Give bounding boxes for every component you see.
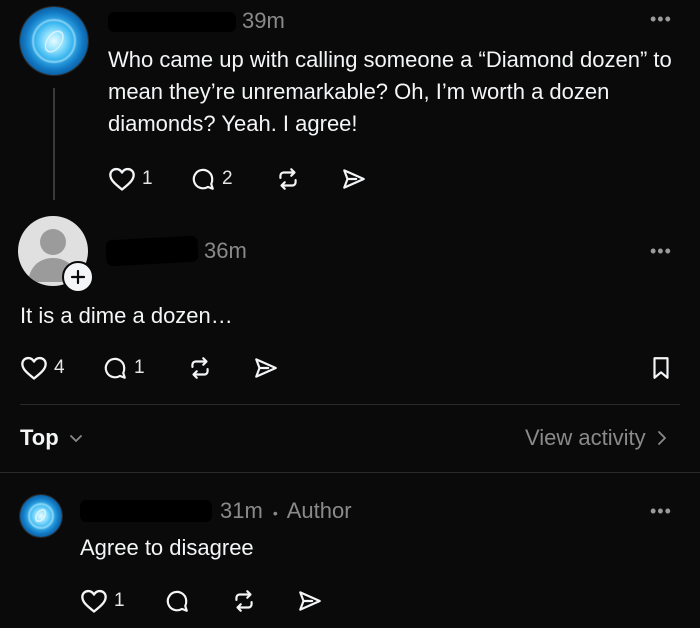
view-activity-link[interactable]: View activity bbox=[525, 425, 670, 451]
reply-timestamp: 36m bbox=[204, 238, 247, 263]
more-horizontal-icon: ••• bbox=[650, 501, 672, 521]
reply-text: It is a dime a dozen… bbox=[20, 303, 233, 328]
comment-icon bbox=[104, 357, 126, 379]
meta-separator: • bbox=[272, 505, 278, 521]
comment-text: Agree to disagree bbox=[80, 535, 254, 560]
more-horizontal-icon: ••• bbox=[650, 241, 672, 261]
share-button[interactable] bbox=[252, 355, 280, 381]
thread-line bbox=[53, 88, 55, 200]
post-text: Who came up with calling someone a “Diam… bbox=[108, 47, 672, 136]
follow-button[interactable] bbox=[62, 261, 94, 293]
divider bbox=[20, 404, 680, 405]
send-icon bbox=[255, 358, 277, 378]
save-button[interactable] bbox=[648, 355, 674, 381]
view-activity-label: View activity bbox=[525, 425, 646, 450]
repost-button[interactable] bbox=[186, 355, 214, 381]
comment-icon bbox=[166, 590, 188, 612]
like-count: 4 bbox=[54, 357, 65, 378]
reply-button[interactable]: 2 bbox=[190, 166, 233, 192]
sort-dropdown[interactable]: Top bbox=[20, 425, 85, 451]
username-redacted[interactable] bbox=[80, 500, 212, 522]
avatar[interactable] bbox=[20, 7, 88, 75]
repost-icon bbox=[279, 168, 297, 190]
send-icon bbox=[343, 169, 365, 189]
more-options-button[interactable]: ••• bbox=[650, 502, 672, 520]
repost-icon bbox=[191, 357, 209, 379]
sort-label: Top bbox=[20, 425, 59, 450]
like-count: 1 bbox=[142, 168, 153, 189]
username-redacted[interactable] bbox=[108, 12, 236, 32]
more-horizontal-icon: ••• bbox=[650, 9, 672, 29]
reply-count: 2 bbox=[222, 168, 233, 189]
like-button[interactable]: 4 bbox=[20, 355, 65, 381]
plus-icon bbox=[70, 269, 86, 285]
like-button[interactable]: 1 bbox=[80, 588, 125, 614]
divider bbox=[0, 472, 700, 473]
avatar[interactable] bbox=[20, 495, 62, 537]
reply-count: 1 bbox=[134, 357, 145, 378]
send-icon bbox=[299, 591, 321, 611]
reply-button[interactable]: 1 bbox=[102, 355, 145, 381]
repost-icon bbox=[235, 590, 253, 612]
comment-icon bbox=[192, 168, 214, 190]
heart-icon bbox=[81, 589, 107, 613]
heart-icon bbox=[21, 356, 47, 380]
heart-icon bbox=[109, 167, 135, 191]
chevron-right-icon bbox=[657, 431, 666, 445]
username-redacted[interactable] bbox=[105, 235, 199, 267]
comment-timestamp: 31m bbox=[220, 498, 263, 523]
like-count: 1 bbox=[114, 590, 125, 611]
repost-button[interactable] bbox=[274, 166, 302, 192]
like-button[interactable]: 1 bbox=[108, 166, 153, 192]
repost-button[interactable] bbox=[230, 588, 258, 614]
more-options-button[interactable]: ••• bbox=[650, 10, 672, 28]
more-options-button[interactable]: ••• bbox=[650, 242, 672, 260]
post-timestamp: 39m bbox=[242, 8, 285, 33]
chevron-down-icon bbox=[69, 435, 82, 442]
bookmark-icon bbox=[653, 357, 669, 379]
author-tag: Author bbox=[286, 498, 352, 523]
share-button[interactable] bbox=[340, 166, 368, 192]
share-button[interactable] bbox=[296, 588, 324, 614]
reply-button[interactable] bbox=[164, 588, 190, 614]
comment-meta: 31m • Author bbox=[220, 498, 352, 524]
